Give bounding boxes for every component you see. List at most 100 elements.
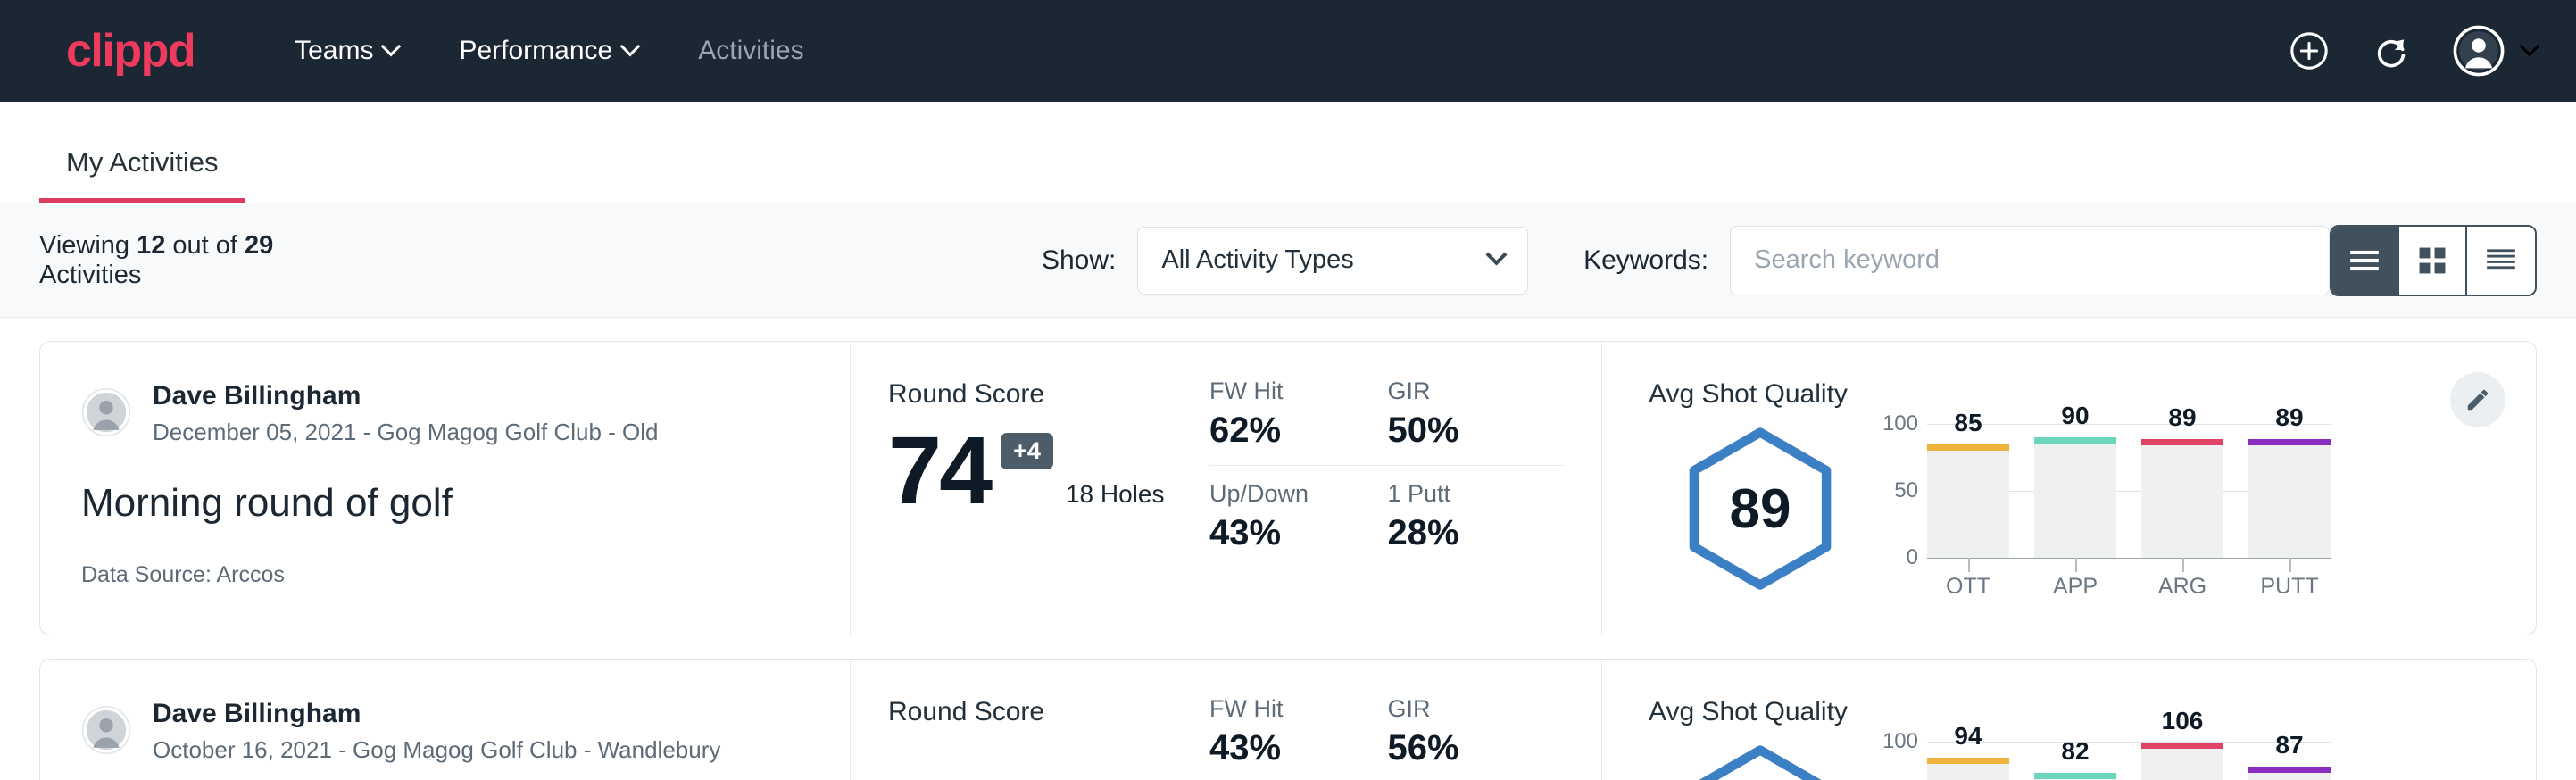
activity-user-text: Dave Billingham October 16, 2021 - Gog M… (153, 697, 720, 764)
y-tick: 100 (1882, 729, 1918, 754)
round-score-badge: +4 (1001, 433, 1053, 469)
bar: 89 (2248, 439, 2331, 558)
bar-value: 106 (2141, 707, 2223, 735)
tab-my-activities[interactable]: My Activities (39, 146, 245, 203)
avg-shot-quality-section: Avg Shot Quality 89 100 50 (1602, 342, 2536, 635)
stat-label: 1 Putt (1388, 480, 1543, 508)
round-score-label: Round Score (888, 379, 1209, 410)
stat-gir: GIR 50% (1388, 378, 1566, 466)
avg-shot-quality-section: Avg Shot Quality 100 50 (1602, 660, 2536, 780)
edit-activity-button[interactable] (2450, 372, 2505, 427)
compact-view-button[interactable] (2467, 227, 2535, 295)
bar-value: 89 (2141, 403, 2223, 432)
quality-hexagon-wrap: 89 (1649, 419, 1872, 593)
add-button[interactable] (2289, 30, 2330, 71)
viewing-prefix: Viewing (39, 231, 137, 260)
round-score-row: 74 +4 18 Holes (888, 426, 1209, 514)
bar-value: 94 (1927, 722, 2009, 751)
stat-label: FW Hit (1209, 378, 1365, 405)
stat-label: FW Hit (1209, 695, 1365, 723)
activity-user-name: Dave Billingham (153, 697, 720, 731)
list-view-button[interactable] (2331, 227, 2399, 295)
x-label: OTT (1927, 574, 2009, 600)
activity-user-text: Dave Billingham December 05, 2021 - Gog … (153, 379, 659, 446)
chevron-down-icon (381, 37, 402, 57)
stat-value: 28% (1388, 513, 1543, 553)
app-header: clippd Teams Performance Activities (0, 0, 2576, 102)
hexagon-icon (1675, 742, 1845, 780)
quality-hexagon-wrap (1649, 736, 1872, 780)
quality-chart: 100 50 0 94 (1872, 736, 2331, 780)
grid-view-button[interactable] (2399, 227, 2467, 295)
avatar-icon (2453, 25, 2505, 77)
activity-list: Dave Billingham December 05, 2021 - Gog … (0, 318, 2576, 780)
search-input[interactable] (1730, 226, 2330, 295)
activity-card[interactable]: Dave Billingham December 05, 2021 - Gog … (39, 341, 2537, 635)
bar: 90 (2034, 437, 2116, 558)
quality-hexagon (1675, 742, 1845, 780)
chevron-down-icon (1486, 244, 1508, 265)
refresh-button[interactable] (2371, 30, 2412, 71)
round-stats: FW Hit 62% GIR 50% Up/Down 43% 1 Putt 28… (1209, 342, 1602, 635)
bar: 89 (2141, 439, 2223, 558)
axis-baseline (1927, 558, 2331, 559)
nav-item-performance[interactable]: Performance (428, 36, 668, 66)
activity-info: Dave Billingham October 16, 2021 - Gog M… (40, 660, 851, 780)
bar: 106 (2141, 743, 2223, 780)
x-label: APP (2034, 574, 2116, 600)
bar: 82 (2034, 773, 2116, 780)
stat-gir: GIR 56% (1388, 695, 1566, 780)
activity-type-select[interactable]: All Activity Types (1137, 227, 1528, 295)
viewing-count-text: Viewing 12 out of 29 Activities (39, 231, 372, 290)
bar-column-ott: 94 (1927, 758, 2009, 780)
bar-value: 90 (2034, 402, 2116, 430)
bar-column-arg: 106 (2141, 743, 2223, 780)
bar-column-arg: 89 (2141, 439, 2223, 558)
x-label: PUTT (2248, 574, 2331, 600)
stat-value: 62% (1209, 411, 1365, 451)
bar: 87 (2248, 767, 2331, 780)
activity-card[interactable]: Dave Billingham October 16, 2021 - Gog M… (39, 659, 2537, 780)
nav-item-activities[interactable]: Activities (668, 36, 834, 66)
bar-cap (2141, 743, 2223, 749)
bar-column-putt: 87 (2248, 767, 2331, 780)
tab-bar: My Activities (0, 102, 2576, 203)
quality-score: 89 (1730, 477, 1791, 541)
nav-item-label: Performance (459, 36, 612, 66)
activity-type-value: All Activity Types (1161, 245, 1353, 275)
quality-chart: 100 50 0 85 (1872, 419, 2331, 600)
app-logo[interactable]: clippd (66, 28, 195, 74)
viewing-count: 12 (137, 231, 165, 260)
activity-meta: October 16, 2021 - Gog Magog Golf Club -… (153, 736, 720, 764)
round-score-section: Round Score 74 +4 18 Holes (851, 342, 1209, 635)
x-tick (1968, 558, 1970, 572)
activity-user: Dave Billingham December 05, 2021 - Gog … (81, 379, 809, 446)
avatar (81, 387, 131, 437)
avg-shot-quality-body: 100 50 0 94 (1649, 736, 2536, 780)
bar-chart: 100 50 0 94 (1872, 736, 2331, 780)
chart-plot-area: 85 90 (1927, 424, 2331, 558)
chevron-down-icon (620, 37, 641, 57)
bar-cap (2034, 437, 2116, 444)
nav-item-label: Teams (295, 36, 373, 66)
stat-label: GIR (1388, 695, 1543, 723)
round-stats: FW Hit 43% GIR 56% (1209, 660, 1602, 780)
user-menu[interactable] (2453, 25, 2537, 77)
show-label: Show: (1042, 245, 1116, 276)
viewing-middle: out of (165, 231, 245, 260)
nav-item-teams[interactable]: Teams (264, 36, 428, 66)
filter-bar: Viewing 12 out of 29 Activities Show: Al… (0, 203, 2576, 318)
stat-up-down: Up/Down 43% (1209, 480, 1388, 553)
bar-cap (2141, 439, 2223, 445)
bar-value: 89 (2248, 403, 2331, 432)
keywords-label: Keywords: (1583, 245, 1708, 276)
avg-shot-quality-body: 89 100 50 0 (1649, 419, 2536, 600)
stat-label: Up/Down (1209, 480, 1365, 508)
stat-value: 43% (1209, 513, 1365, 553)
round-score-label: Round Score (888, 697, 1209, 727)
round-holes: 18 Holes (1066, 480, 1165, 514)
avg-shot-quality-label: Avg Shot Quality (1649, 697, 2536, 727)
stat-one-putt: 1 Putt 28% (1388, 480, 1566, 553)
bar-column-putt: 89 (2248, 439, 2331, 558)
stat-value: 56% (1388, 728, 1543, 768)
